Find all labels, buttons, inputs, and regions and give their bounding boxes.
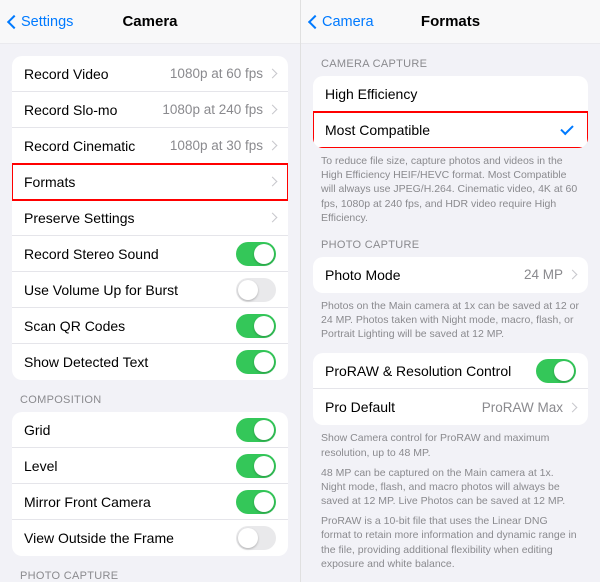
chevron-left-icon <box>6 13 17 31</box>
label: Most Compatible <box>325 122 430 138</box>
navbar: Camera Formats <box>301 0 600 44</box>
toggle-grid[interactable] <box>236 418 276 442</box>
toggle-mirror[interactable] <box>236 490 276 514</box>
group-recording: Record Video 1080p at 60 fps Record Slo-… <box>12 56 288 380</box>
row-grid[interactable]: Grid <box>12 412 288 448</box>
label: Record Video <box>24 66 109 82</box>
row-record-cinematic[interactable]: Record Cinematic 1080p at 30 fps <box>12 128 288 164</box>
toggle-qr[interactable] <box>236 314 276 338</box>
label: Preserve Settings <box>24 210 135 226</box>
chevron-right-icon <box>268 213 278 223</box>
chevron-right-icon <box>268 141 278 151</box>
row-preserve-settings[interactable]: Preserve Settings <box>12 200 288 236</box>
chevron-right-icon <box>268 69 278 79</box>
back-button[interactable]: Settings <box>0 13 73 31</box>
row-proraw-control[interactable]: ProRAW & Resolution Control <box>313 353 588 389</box>
navbar: Settings Camera <box>0 0 300 44</box>
detail-value: 1080p at 30 fps <box>170 138 263 153</box>
label: Level <box>24 458 57 474</box>
row-detected-text[interactable]: Show Detected Text <box>12 344 288 380</box>
label: ProRAW & Resolution Control <box>325 363 511 379</box>
section-header-photo-capture: PHOTO CAPTURE <box>313 225 588 257</box>
row-most-compatible[interactable]: Most Compatible <box>313 112 588 148</box>
row-view-outside[interactable]: View Outside the Frame <box>12 520 288 556</box>
settings-formats-screen: Camera Formats CAMERA CAPTURE High Effic… <box>300 0 600 582</box>
detail-value: ProRAW Max <box>482 400 563 415</box>
group-camera-capture: High Efficiency Most Compatible <box>313 76 588 148</box>
row-volume-burst[interactable]: Use Volume Up for Burst <box>12 272 288 308</box>
row-mirror-front[interactable]: Mirror Front Camera <box>12 484 288 520</box>
checkmark-icon <box>560 125 574 135</box>
label: Record Slo-mo <box>24 102 117 118</box>
group-photo-mode: Photo Mode 24 MP <box>313 257 588 293</box>
section-header-camera-capture: CAMERA CAPTURE <box>313 44 588 76</box>
detail-value: 24 MP <box>524 267 563 282</box>
footer-proraw-1: Show Camera control for ProRAW and maxim… <box>313 425 588 459</box>
chevron-right-icon <box>568 270 578 280</box>
row-stereo-sound[interactable]: Record Stereo Sound <box>12 236 288 272</box>
label: View Outside the Frame <box>24 530 174 546</box>
toggle-stereo[interactable] <box>236 242 276 266</box>
label: Record Stereo Sound <box>24 246 159 262</box>
row-record-video[interactable]: Record Video 1080p at 60 fps <box>12 56 288 92</box>
label: Show Detected Text <box>24 354 148 370</box>
row-pro-default[interactable]: Pro Default ProRAW Max <box>313 389 588 425</box>
label: Formats <box>24 174 75 190</box>
content-scroll[interactable]: CAMERA CAPTURE High Efficiency Most Comp… <box>301 44 600 582</box>
chevron-left-icon <box>307 13 318 31</box>
content-scroll[interactable]: Record Video 1080p at 60 fps Record Slo-… <box>0 44 300 582</box>
label: Pro Default <box>325 399 395 415</box>
section-header-video-capture: VIDEO CAPTURE <box>313 571 588 582</box>
row-formats[interactable]: Formats <box>12 164 288 200</box>
back-button[interactable]: Camera <box>301 13 374 31</box>
label: Grid <box>24 422 50 438</box>
chevron-right-icon <box>268 105 278 115</box>
detail-value: 1080p at 240 fps <box>162 102 263 117</box>
footer-camera-capture: To reduce file size, capture photos and … <box>313 148 588 225</box>
row-scan-qr[interactable]: Scan QR Codes <box>12 308 288 344</box>
footer-photo-mode: Photos on the Main camera at 1x can be s… <box>313 293 588 342</box>
toggle-volume-burst[interactable] <box>236 278 276 302</box>
chevron-right-icon <box>568 402 578 412</box>
label: Use Volume Up for Burst <box>24 282 178 298</box>
group-proraw: ProRAW & Resolution Control Pro Default … <box>313 353 588 425</box>
label: Scan QR Codes <box>24 318 125 334</box>
toggle-detected-text[interactable] <box>236 350 276 374</box>
detail-value: 1080p at 60 fps <box>170 66 263 81</box>
label: Mirror Front Camera <box>24 494 151 510</box>
label: High Efficiency <box>325 86 417 102</box>
toggle-outside-frame[interactable] <box>236 526 276 550</box>
back-label: Camera <box>322 14 374 30</box>
group-composition: Grid Level Mirror Front Camera View Outs… <box>12 412 288 556</box>
label: Photo Mode <box>325 267 401 283</box>
row-photo-mode[interactable]: Photo Mode 24 MP <box>313 257 588 293</box>
row-record-slomo[interactable]: Record Slo-mo 1080p at 240 fps <box>12 92 288 128</box>
footer-proraw-3: ProRAW is a 10-bit file that uses the Li… <box>313 508 588 571</box>
settings-camera-screen: Settings Camera Record Video 1080p at 60… <box>0 0 300 582</box>
row-level[interactable]: Level <box>12 448 288 484</box>
label: Record Cinematic <box>24 138 135 154</box>
toggle-proraw[interactable] <box>536 359 576 383</box>
section-header-composition: COMPOSITION <box>12 380 288 412</box>
chevron-right-icon <box>268 177 278 187</box>
footer-proraw-2: 48 MP can be captured on the Main camera… <box>313 460 588 509</box>
toggle-level[interactable] <box>236 454 276 478</box>
section-header-photo-capture: PHOTO CAPTURE <box>12 556 288 582</box>
back-label: Settings <box>21 14 73 30</box>
row-high-efficiency[interactable]: High Efficiency <box>313 76 588 112</box>
